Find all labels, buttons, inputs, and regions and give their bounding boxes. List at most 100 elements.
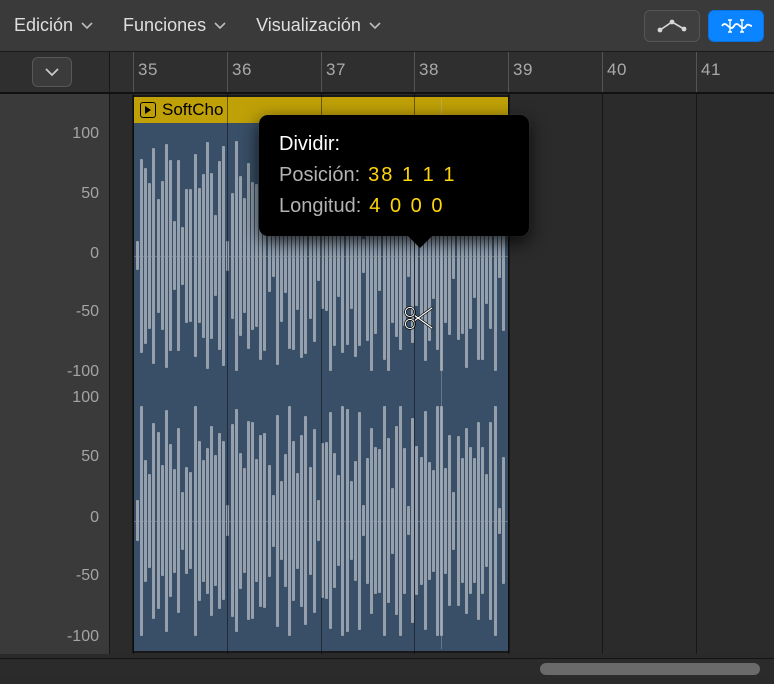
waveform-sample bbox=[198, 188, 201, 323]
waveform-sample bbox=[452, 233, 455, 279]
waveform-sample bbox=[350, 481, 353, 560]
amplitude-label: 50 bbox=[81, 185, 99, 203]
waveform-sample bbox=[489, 422, 492, 620]
timeline-ruler[interactable]: 35363738394041 bbox=[0, 52, 774, 94]
play-triangle-icon bbox=[144, 105, 152, 115]
waveform-sample bbox=[239, 176, 242, 336]
waveform-sample bbox=[239, 453, 242, 589]
waveform-sample bbox=[222, 441, 225, 600]
waveform-sample bbox=[251, 422, 254, 619]
waveform-sample bbox=[358, 412, 361, 630]
ruler-tick-label: 40 bbox=[607, 60, 627, 80]
waveform-sample bbox=[148, 183, 151, 329]
waveform-sample bbox=[272, 495, 275, 547]
waveform-sample bbox=[185, 467, 188, 574]
catch-menu-button[interactable] bbox=[32, 57, 72, 87]
ruler-tick: 35 bbox=[133, 52, 134, 92]
tooltip-length-value: 4 0 0 0 bbox=[369, 191, 444, 222]
region-disclosure-button[interactable] bbox=[140, 102, 156, 118]
waveform-sample bbox=[370, 428, 373, 614]
waveform-sample bbox=[144, 460, 147, 582]
waveform-sample bbox=[136, 241, 139, 270]
waveform-sample bbox=[231, 193, 234, 319]
waveform-sample bbox=[165, 410, 168, 632]
waveform-sample bbox=[255, 459, 258, 582]
waveform-sample bbox=[222, 146, 225, 366]
flex-toggle-button[interactable] bbox=[708, 10, 764, 42]
gridline bbox=[602, 94, 603, 654]
waveform-sample bbox=[284, 454, 287, 587]
waveform-sample bbox=[268, 465, 271, 577]
waveform-sample bbox=[366, 458, 369, 584]
waveform-sample bbox=[194, 406, 197, 636]
region-name: SoftCho bbox=[162, 100, 223, 120]
waveform-sample bbox=[300, 435, 303, 607]
flex-icon bbox=[719, 17, 753, 35]
waveform-sample bbox=[165, 144, 168, 368]
waveform-sample bbox=[473, 458, 476, 583]
waveform-sample bbox=[251, 182, 254, 330]
waveform-sample bbox=[403, 448, 406, 594]
waveform-sample bbox=[481, 447, 484, 594]
amplitude-label: -50 bbox=[76, 567, 99, 585]
menu-edit[interactable]: Edición bbox=[14, 15, 93, 36]
waveform-sample bbox=[144, 168, 147, 344]
waveform-sample bbox=[218, 433, 221, 609]
waveform-sample bbox=[313, 429, 316, 613]
amplitude-label: 50 bbox=[81, 448, 99, 466]
waveform-sample bbox=[317, 500, 320, 541]
waveform-sample bbox=[157, 199, 160, 313]
waveform-sample bbox=[432, 470, 435, 572]
waveform-sample bbox=[161, 181, 164, 330]
waveform-sample bbox=[235, 141, 238, 371]
waveform-sample bbox=[378, 449, 381, 593]
waveform-sample bbox=[288, 406, 291, 636]
waveform-channel-right bbox=[134, 388, 508, 653]
waveform-sample bbox=[198, 441, 201, 601]
waveform-sample bbox=[181, 492, 184, 550]
waveform-sample bbox=[202, 460, 205, 582]
waveform-sample bbox=[424, 411, 427, 630]
ruler-tick-label: 38 bbox=[419, 60, 439, 80]
waveform-sample bbox=[452, 492, 455, 550]
gridline bbox=[696, 94, 697, 654]
waveform-sample bbox=[140, 159, 143, 353]
ruler-tick-label: 36 bbox=[232, 60, 252, 80]
waveform-sample bbox=[420, 457, 423, 585]
waveform-sample bbox=[395, 426, 398, 615]
waveform-sample bbox=[502, 457, 505, 584]
menu-view[interactable]: Visualización bbox=[256, 15, 381, 36]
waveform-sample bbox=[231, 424, 234, 617]
toolbar-tools bbox=[644, 10, 764, 42]
horizontal-scrollbar[interactable] bbox=[0, 658, 774, 678]
waveform-sample bbox=[177, 160, 180, 351]
waveform-sample bbox=[247, 421, 250, 620]
waveform-sample bbox=[341, 406, 344, 636]
waveform-sample bbox=[399, 406, 402, 636]
waveform-sample bbox=[428, 462, 431, 580]
waveform-sample bbox=[206, 448, 209, 594]
waveform-sample bbox=[383, 406, 386, 636]
waveform-sample bbox=[272, 234, 275, 277]
menu-edit-label: Edición bbox=[14, 15, 73, 36]
menu-functions[interactable]: Funciones bbox=[123, 15, 226, 36]
waveform-sample bbox=[387, 438, 390, 603]
waveform-sample bbox=[329, 412, 332, 629]
waveform-sample bbox=[259, 435, 262, 607]
waveform-sample bbox=[210, 426, 213, 616]
waveform-sample bbox=[140, 406, 143, 636]
waveform-sample bbox=[317, 230, 320, 281]
waveform-sample bbox=[321, 443, 324, 598]
waveform-sample bbox=[189, 189, 192, 322]
waveform-sample bbox=[226, 241, 229, 271]
waveform-sample bbox=[157, 432, 160, 609]
scrollbar-thumb[interactable] bbox=[540, 663, 760, 675]
waveform-sample bbox=[457, 436, 460, 606]
tooltip-title: Dividir: bbox=[279, 129, 509, 160]
waveform-sample bbox=[477, 422, 480, 620]
waveform-sample bbox=[243, 468, 246, 573]
waveform-sample bbox=[152, 423, 155, 619]
automation-toggle-button[interactable] bbox=[644, 10, 700, 42]
ruler-ticks[interactable]: 35363738394041 bbox=[110, 52, 774, 92]
waveform-sample bbox=[185, 189, 188, 323]
